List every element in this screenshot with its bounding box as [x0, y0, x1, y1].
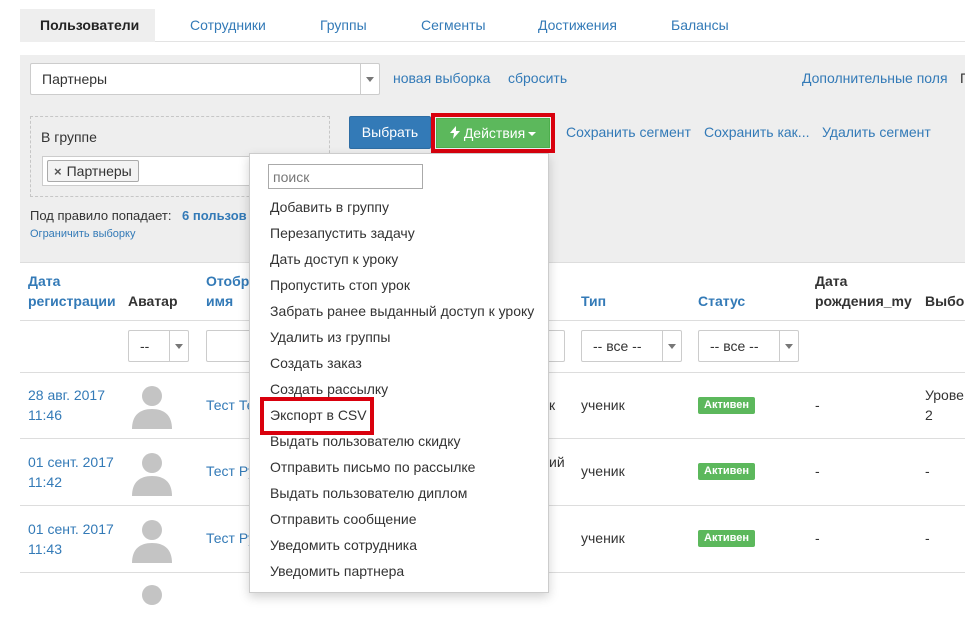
status-filter-select[interactable]: -- все -- — [698, 330, 799, 362]
status-badge: Активен — [698, 463, 755, 480]
row-type: ученик — [581, 397, 625, 413]
dropdown-search-input[interactable] — [268, 164, 423, 189]
row-display-name[interactable]: Тест Ру — [206, 463, 255, 479]
menu-item-grant-lesson-access[interactable]: Дать доступ к уроку — [270, 246, 398, 272]
chevron-down-icon — [360, 64, 379, 94]
column-reg-date[interactable]: Дата регистрации — [28, 271, 116, 311]
select-button[interactable]: Выбрать — [349, 116, 431, 149]
chevron-down-icon — [662, 331, 681, 361]
segment-select[interactable]: Партнеры — [30, 63, 380, 95]
menu-item-revoke-lesson-access[interactable]: Забрать ранее выданный доступ к уроку — [270, 298, 534, 324]
rule-count[interactable]: 6 пользов — [182, 208, 247, 223]
status-filter-value: -- все -- — [710, 338, 759, 354]
row-birthday: - — [815, 530, 820, 546]
table-row-date[interactable]: 01 сент. 2017 11:42 — [28, 452, 114, 492]
row-date-line1: 01 сент. 2017 — [28, 454, 114, 470]
row-choice-line1: Урове — [925, 387, 964, 403]
row-choice-line2: 2 — [925, 407, 933, 423]
group-label: В группе — [41, 129, 97, 145]
column-birthday: Дата рождения_my — [815, 271, 912, 311]
tab-balances[interactable]: Балансы — [671, 9, 729, 42]
menu-item-add-to-group[interactable]: Добавить в группу — [270, 194, 389, 220]
tab-users[interactable]: Пользователи — [20, 9, 155, 42]
delete-segment-link[interactable]: Удалить сегмент — [822, 124, 931, 140]
menu-item-skip-stop-lesson[interactable]: Пропустить стоп урок — [270, 272, 410, 298]
menu-item-notify-employee[interactable]: Уведомить сотрудника — [270, 532, 417, 558]
column-status[interactable]: Статус — [698, 291, 745, 311]
rule-text: Под правило попадает: — [30, 208, 172, 223]
table-row-date[interactable]: 01 сент. 2017 11:43 — [28, 519, 114, 559]
column-display-name-line2: имя — [206, 293, 234, 309]
group-tag-label: Партнеры — [66, 163, 132, 179]
actions-highlight: Действия — [431, 113, 555, 153]
caret-down-icon — [528, 132, 537, 137]
menu-item-send-message[interactable]: Отправить сообщение — [270, 506, 417, 532]
row-date-line2: 11:42 — [28, 474, 62, 490]
avatar-placeholder-icon — [132, 520, 172, 563]
column-avatar: Аватар — [128, 293, 178, 309]
column-choice: Выбор — [925, 293, 965, 309]
actions-dropdown-menu: Добавить в группу Перезапустить задачу Д… — [249, 153, 549, 593]
column-display-name[interactable]: Отобр имя — [206, 271, 249, 311]
menu-item-restart-task[interactable]: Перезапустить задачу — [270, 220, 415, 246]
avatar-placeholder-icon — [132, 453, 172, 496]
column-reg-date-line2: регистрации — [28, 293, 116, 309]
column-type[interactable]: Тип — [581, 291, 606, 311]
extra-fields-link[interactable]: Дополнительные поля — [802, 70, 948, 86]
type-filter-value: -- все -- — [593, 338, 642, 354]
row-birthday: - — [815, 397, 820, 413]
avatar-placeholder-icon — [142, 585, 162, 605]
row-hidden-tail: ий — [549, 454, 565, 470]
status-badge: Активен — [698, 530, 755, 547]
nav-tabs: Пользователи Сотрудники Группы Сегменты … — [20, 9, 965, 42]
menu-item-send-mailing-letter[interactable]: Отправить письмо по рассылке — [270, 454, 475, 480]
row-birthday: - — [815, 463, 820, 479]
row-display-name[interactable]: Тест Те — [206, 397, 254, 413]
row-choice: Урове 2 — [925, 385, 964, 425]
chevron-down-icon — [779, 331, 798, 361]
row-date-line2: 11:46 — [28, 407, 62, 423]
tab-groups[interactable]: Группы — [320, 9, 367, 42]
actions-button[interactable]: Действия — [436, 118, 550, 148]
row-type: ученик — [581, 530, 625, 546]
export-csv-highlight — [260, 397, 374, 435]
column-display-name-line1: Отобр — [206, 273, 250, 289]
tab-segments[interactable]: Сегменты — [421, 9, 486, 42]
row-display-name[interactable]: Тест Ру — [206, 530, 255, 546]
table-row-date[interactable]: 28 авг. 2017 11:46 — [28, 385, 105, 425]
lightning-icon — [449, 126, 460, 139]
menu-item-notify-partner[interactable]: Уведомить партнера — [270, 558, 404, 584]
reset-link[interactable]: сбросить — [508, 70, 567, 86]
row-choice: - — [925, 463, 930, 479]
row-hidden-tail: к — [549, 397, 556, 413]
chevron-down-icon — [169, 331, 188, 361]
avatar-placeholder-icon — [132, 386, 172, 429]
column-birthday-line1: Дата — [815, 273, 848, 289]
column-birthday-line2: рождения_my — [815, 293, 912, 309]
menu-item-create-order[interactable]: Создать заказ — [270, 350, 362, 376]
tab-achievements[interactable]: Достижения — [538, 9, 617, 42]
actions-button-label: Действия — [463, 125, 526, 141]
new-selection-link[interactable]: новая выборка — [393, 70, 490, 86]
column-reg-date-line1: Дата — [28, 273, 61, 289]
row-date-line1: 01 сент. 2017 — [28, 521, 114, 537]
row-date-line2: 11:43 — [28, 541, 62, 557]
avatar-filter-select[interactable]: -- — [128, 330, 189, 362]
menu-item-give-diploma[interactable]: Выдать пользователю диплом — [270, 480, 467, 506]
close-icon[interactable]: × — [54, 164, 62, 179]
type-filter-select[interactable]: -- все -- — [581, 330, 682, 362]
menu-item-remove-from-group[interactable]: Удалить из группы — [270, 324, 390, 350]
segment-select-value: Партнеры — [42, 71, 108, 87]
extra-fields-cut: Г — [960, 70, 965, 86]
save-segment-link[interactable]: Сохранить сегмент — [566, 124, 691, 140]
group-tag: × Партнеры — [47, 160, 139, 182]
row-type: ученик — [581, 463, 625, 479]
row-date-line1: 28 авг. 2017 — [28, 387, 106, 403]
tab-employees[interactable]: Сотрудники — [190, 9, 266, 42]
avatar-filter-value: -- — [140, 338, 150, 354]
save-as-link[interactable]: Сохранить как... — [704, 124, 809, 140]
limit-selection-link[interactable]: Ограничить выборку — [30, 228, 135, 240]
status-badge: Активен — [698, 397, 755, 414]
row-choice: - — [925, 530, 930, 546]
